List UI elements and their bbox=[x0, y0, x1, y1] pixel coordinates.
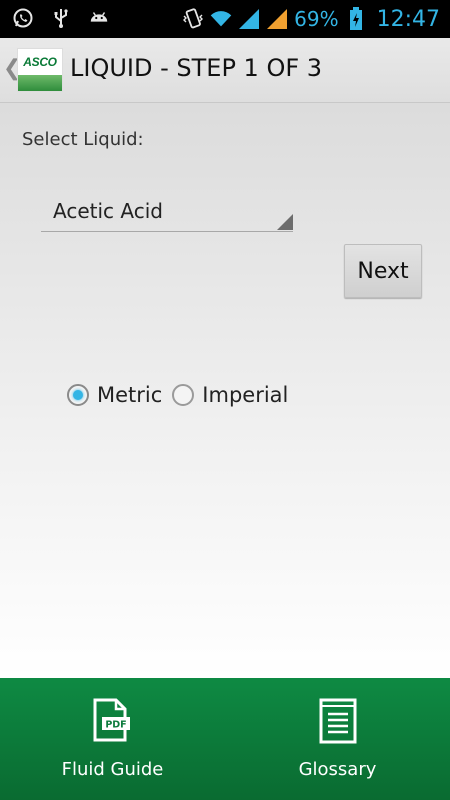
clock: 12:47 bbox=[376, 6, 440, 32]
liquid-dropdown[interactable]: Acetic Acid bbox=[41, 193, 293, 232]
pdf-document-icon: PDF bbox=[92, 698, 134, 746]
metric-radio[interactable] bbox=[67, 384, 89, 406]
logo-stripe bbox=[18, 75, 62, 91]
liquid-dropdown-value: Acetic Acid bbox=[53, 199, 163, 223]
battery-percent: 69% bbox=[294, 7, 339, 31]
page-title: LIQUID - STEP 1 OF 3 bbox=[70, 54, 323, 82]
action-bar: ❮ ASCO LIQUID - STEP 1 OF 3 bbox=[0, 38, 450, 103]
vibrate-icon bbox=[182, 8, 204, 30]
signal-icon bbox=[266, 8, 288, 30]
main-content: Select Liquid: Acetic Acid Next Metric I… bbox=[0, 103, 450, 678]
android-icon bbox=[88, 7, 110, 29]
unit-radio-group: Metric Imperial bbox=[67, 383, 288, 407]
select-liquid-label: Select Liquid: bbox=[22, 129, 144, 150]
status-bar: 69% 12:47 bbox=[0, 0, 450, 38]
battery-charging-icon bbox=[345, 7, 367, 30]
signal-icon bbox=[238, 8, 260, 30]
bottom-nav: PDF Fluid Guide Glossary bbox=[0, 678, 450, 800]
fluid-guide-label: Fluid Guide bbox=[61, 759, 164, 780]
pdf-icon-text: PDF bbox=[105, 720, 126, 731]
usb-icon bbox=[50, 7, 72, 29]
metric-label[interactable]: Metric bbox=[97, 383, 162, 407]
next-button[interactable]: Next bbox=[344, 244, 422, 298]
imperial-radio[interactable] bbox=[172, 384, 195, 406]
imperial-label[interactable]: Imperial bbox=[202, 383, 288, 407]
glossary-book-icon bbox=[318, 698, 358, 748]
app-logo[interactable]: ASCO bbox=[17, 48, 63, 92]
glossary-label: Glossary bbox=[298, 759, 377, 780]
fluid-guide-tab[interactable]: PDF Fluid Guide bbox=[0, 678, 225, 800]
wifi-icon bbox=[210, 8, 232, 30]
glossary-tab[interactable]: Glossary bbox=[225, 678, 450, 800]
logo-text: ASCO bbox=[23, 55, 57, 69]
dropdown-triangle-icon bbox=[277, 214, 293, 230]
whatsapp-icon bbox=[12, 7, 34, 29]
